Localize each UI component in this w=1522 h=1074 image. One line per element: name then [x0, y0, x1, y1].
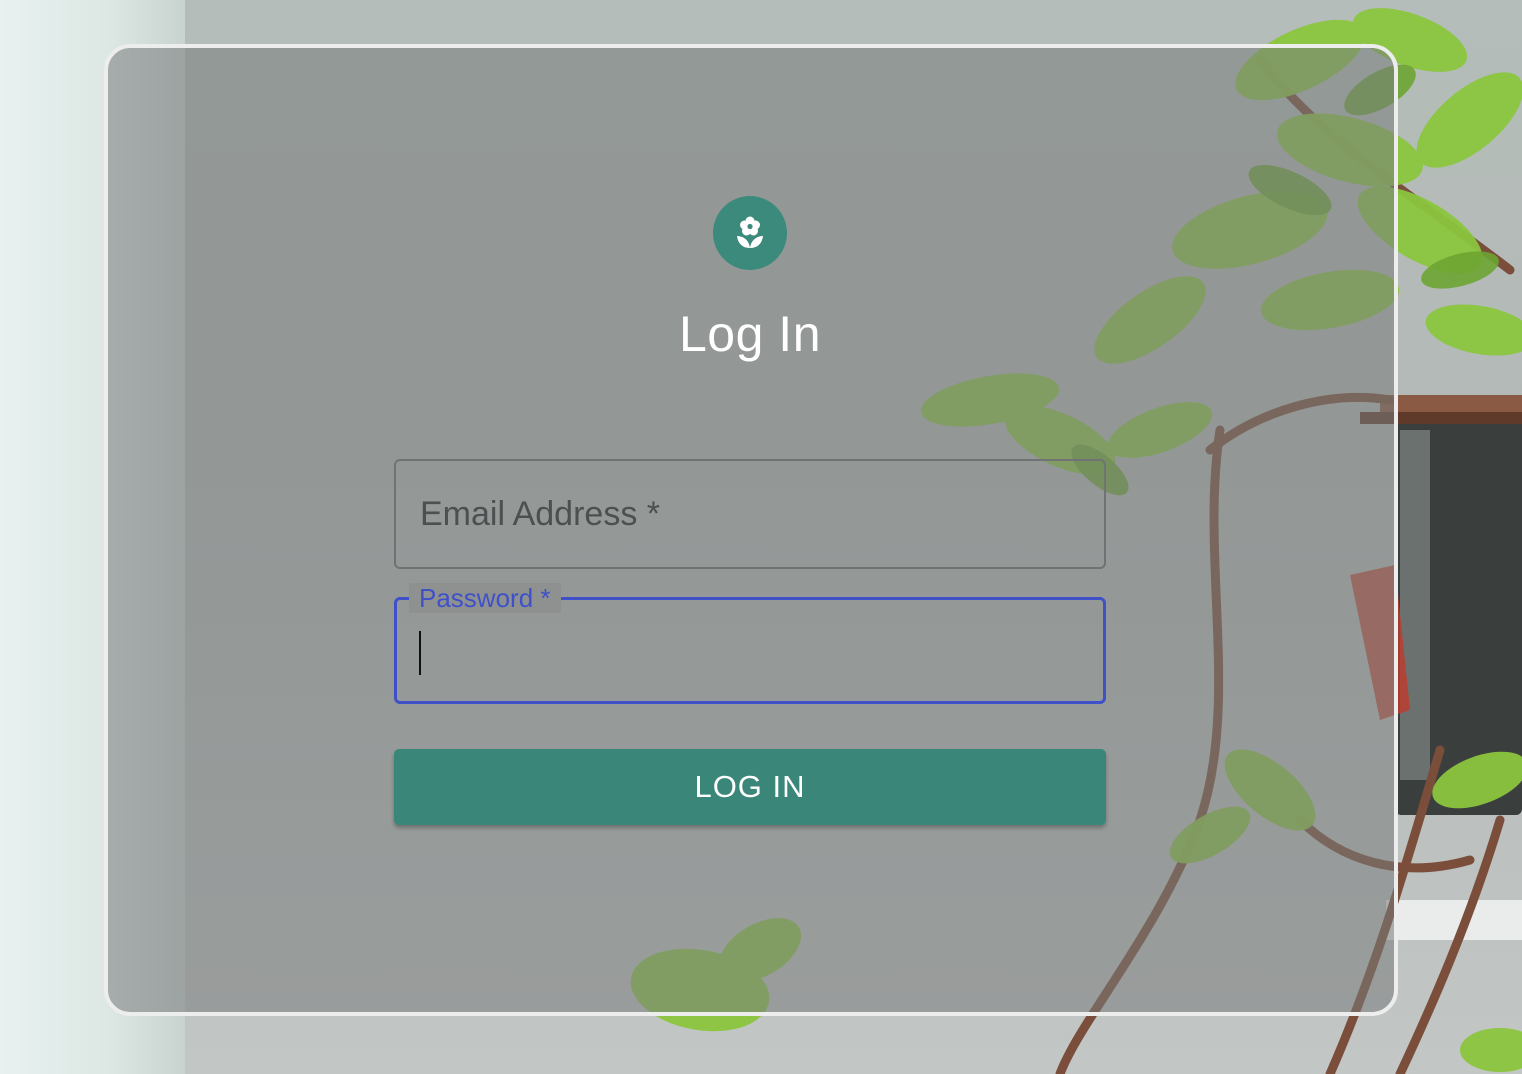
password-label: Password * — [419, 582, 551, 613]
password-label-container: Password * — [409, 583, 561, 613]
app-logo — [713, 196, 787, 270]
login-button[interactable]: LOG IN — [394, 749, 1106, 825]
email-label: Email Address * — [420, 495, 661, 533]
page-title: Log In — [678, 306, 821, 362]
password-field[interactable]: Password * — [394, 583, 1106, 704]
text-cursor — [419, 631, 421, 675]
email-field[interactable]: Email Address * — [394, 459, 1106, 569]
flower-seedling-icon — [737, 216, 763, 248]
